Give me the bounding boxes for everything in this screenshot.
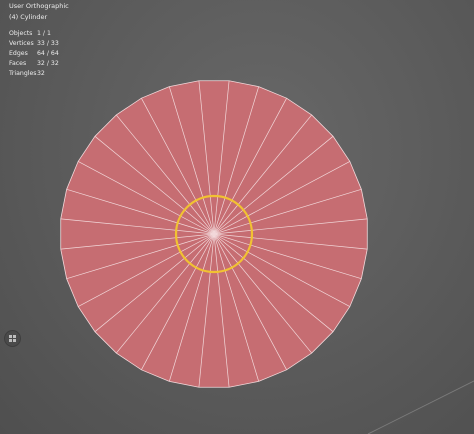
- grid-icon: [9, 335, 16, 342]
- grid-line: [367, 380, 474, 434]
- center-vertex: [212, 232, 216, 236]
- stat-value: 1 / 1: [37, 30, 51, 37]
- stat-row-triangles: Triangles 32: [9, 69, 59, 79]
- stat-value: 64 / 64: [37, 50, 59, 57]
- stat-value: 32: [37, 70, 45, 77]
- stat-label: Faces: [9, 60, 27, 67]
- stat-row-edges: Edges 64 / 64: [9, 49, 59, 59]
- stat-label: Edges: [9, 50, 28, 57]
- 3d-viewport[interactable]: User Orthographic (4) Cylinder Objects 1…: [0, 0, 474, 434]
- stat-value: 33 / 33: [37, 40, 59, 47]
- stat-value: 32 / 32: [37, 60, 59, 67]
- stat-label: Vertices: [9, 40, 34, 47]
- view-name-label: User Orthographic: [9, 2, 69, 10]
- active-object-label: (4) Cylinder: [9, 13, 48, 21]
- stat-label: Objects: [9, 30, 33, 37]
- view-navigation-button[interactable]: [5, 331, 20, 346]
- stat-label: Triangles: [9, 70, 37, 77]
- cylinder-mesh[interactable]: [0, 0, 474, 434]
- statistics-overlay: Objects 1 / 1 Vertices 33 / 33 Edges 64 …: [9, 29, 59, 79]
- stat-row-objects: Objects 1 / 1: [9, 29, 59, 39]
- stat-row-vertices: Vertices 33 / 33: [9, 39, 59, 49]
- stat-row-faces: Faces 32 / 32: [9, 59, 59, 69]
